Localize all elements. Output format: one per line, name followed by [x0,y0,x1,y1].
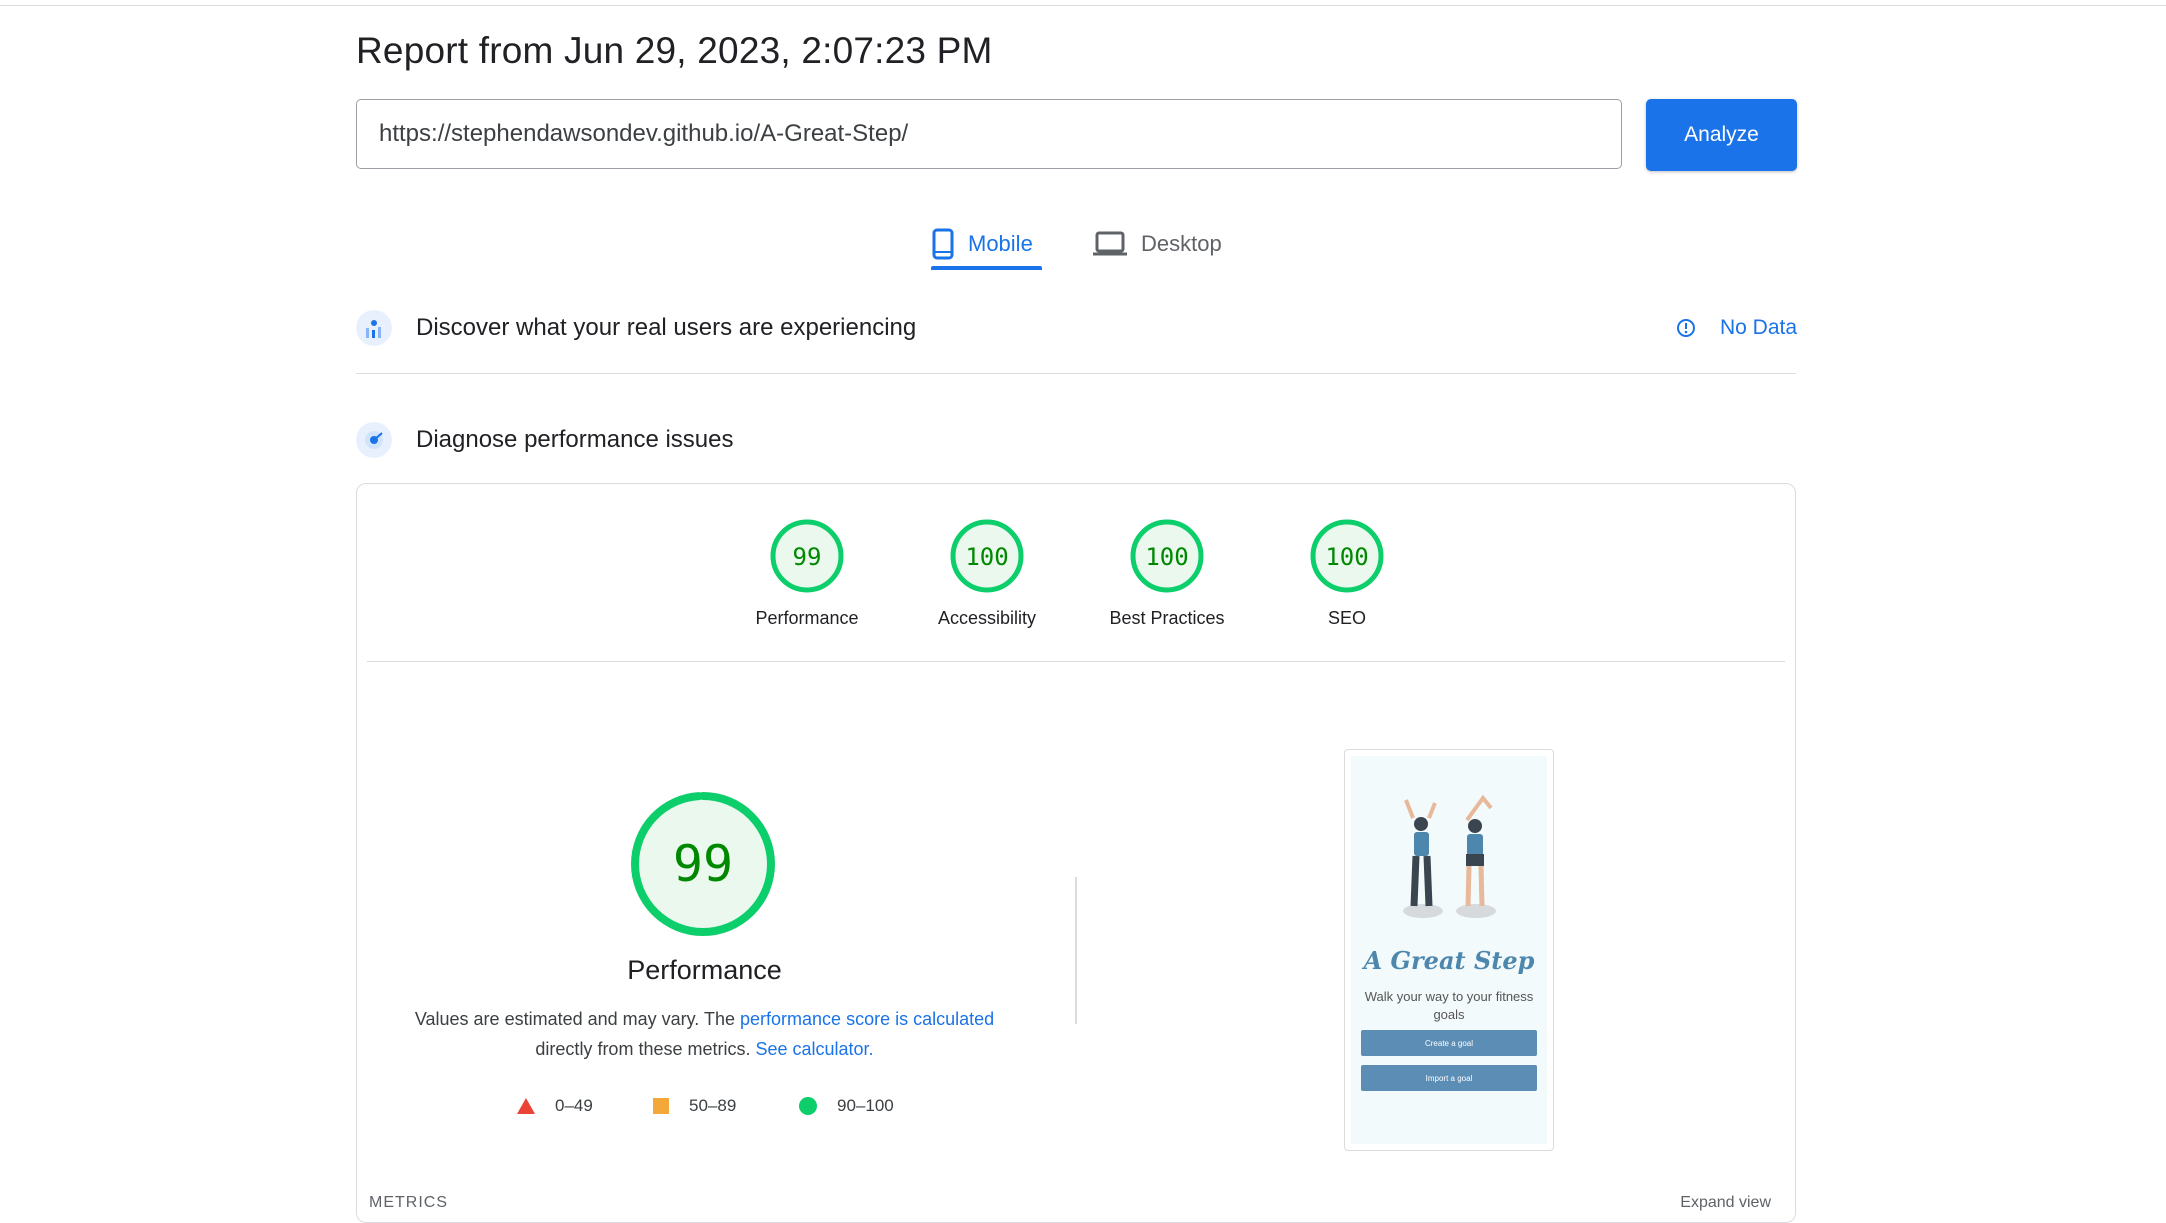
field-data-title: Discover what your real users are experi… [416,314,917,341]
triangle-icon [517,1098,535,1114]
phone-icon [932,228,954,260]
crux-icon [356,310,392,346]
legend-fail: 0–49 [517,1096,593,1116]
tab-active-indicator [931,266,1042,270]
gauge-accessibility[interactable]: 100 Accessibility [907,518,1067,629]
performance-description: Values are estimated and may vary. The p… [357,1004,1052,1064]
tab-desktop-label: Desktop [1141,231,1222,256]
gauge-seo[interactable]: 100 SEO [1267,518,1427,629]
big-gauge-score: 99 [673,835,733,893]
page-title: Report from Jun 29, 2023, 2:07:23 PM [356,30,993,71]
see-calculator-link[interactable]: See calculator. [755,1039,873,1059]
card-divider [367,661,1785,662]
screenshot-import-button: Import a goal [1361,1065,1537,1091]
info-icon [1676,318,1696,338]
expand-view-link[interactable]: Expand view [1680,1194,1771,1212]
analyze-button[interactable]: Analyze [1646,99,1797,171]
legend-label: 0–49 [555,1096,593,1115]
performance-big-gauge: 99 [628,789,788,944]
metrics-heading: METRICS [369,1194,448,1211]
screenshot-content: A Great Step Walk your way to your fitne… [1351,756,1547,1144]
gauge-label: Accessibility [937,608,1037,628]
gauge-best-practices[interactable]: 100 Best Practices [1087,518,1247,629]
gauge-score: 100 [1145,543,1188,571]
report-card: 99 Performance 100 Accessibility 100 Bes… [356,483,1796,1223]
field-data-section[interactable]: Discover what your real users are experi… [356,310,916,346]
gauge-performance[interactable]: 99 Performance [727,518,887,629]
url-input[interactable]: https://stephendawsondev.github.io/A-Gre… [356,99,1622,169]
desc-text: Values are estimated and may vary. The [414,1009,741,1029]
gauge-score: 100 [1325,543,1368,571]
fitness-illustration [1403,794,1496,918]
legend-label: 50–89 [689,1096,737,1115]
gauge-label: Performance [755,608,859,628]
section-divider [356,373,1796,374]
desc-text: directly from these metrics. [535,1039,756,1059]
lab-data-section: Diagnose performance issues [356,422,734,458]
legend-average: 50–89 [653,1096,736,1116]
gauge-ring: 100 [1310,519,1384,593]
screenshot-subtitle: Walk your way to your fitness goals [1364,989,1534,1022]
gauge-ring: 99 [770,519,844,593]
laptop-icon [1093,231,1127,257]
no-data-label: No Data [1720,316,1798,339]
square-icon [653,1098,669,1114]
vertical-divider [1075,877,1077,1024]
tab-desktop[interactable]: Desktop [1093,218,1222,270]
gauge-ring: 100 [950,519,1024,593]
no-data-link[interactable]: No Data [1676,316,1797,340]
gauge-ring: 100 [1130,519,1204,593]
big-gauge-ring: 99 [631,792,775,936]
tab-mobile-label: Mobile [968,231,1033,256]
screenshot-create-button: Create a goal [1361,1030,1537,1056]
final-screenshot: A Great Step Walk your way to your fitne… [1344,749,1554,1151]
gauge-score: 100 [965,543,1008,571]
gauge-label: Best Practices [1109,608,1225,628]
screenshot-title: A Great Step [1363,946,1535,975]
score-calculated-link[interactable]: performance score is calculated [740,1009,994,1029]
tab-mobile[interactable]: Mobile [932,218,1033,270]
legend-label: 90–100 [837,1096,894,1115]
legend-pass: 90–100 [799,1096,894,1116]
lab-data-title: Diagnose performance issues [416,426,734,453]
top-border [0,0,2166,6]
gauge-score: 99 [793,543,822,571]
performance-title: Performance [627,955,782,985]
gauge-label: SEO [1327,608,1366,628]
circle-icon [799,1097,817,1115]
lighthouse-icon [356,422,392,458]
